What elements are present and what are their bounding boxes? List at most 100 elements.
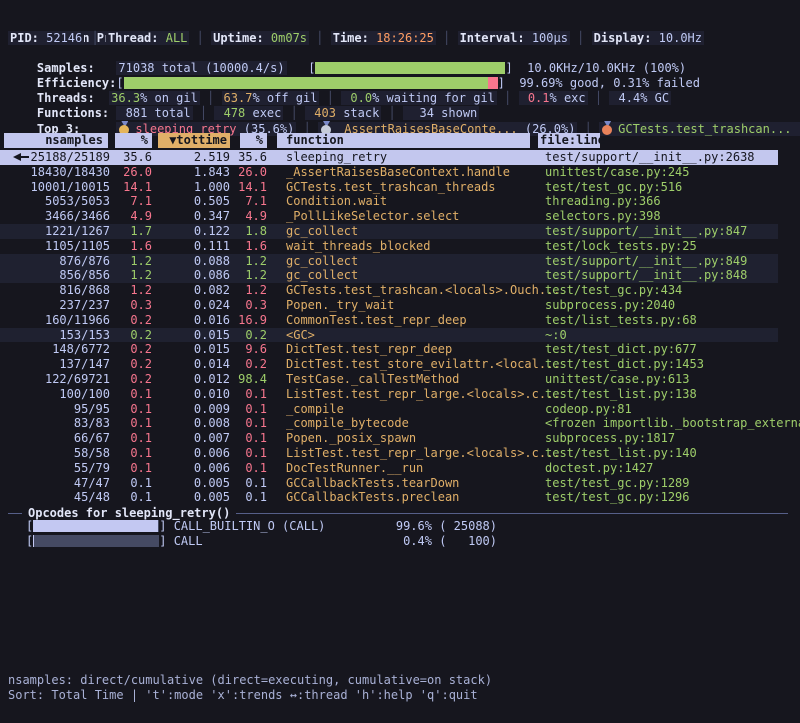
cumulative-pct-cell: 0.1 [245, 431, 267, 446]
table-row[interactable]: 47/470.10.0050.1GCCallbackTests.tearDown… [0, 476, 800, 491]
table-row[interactable]: 148/67720.20.0159.6DictTest.test_repr_de… [0, 342, 800, 357]
opcodes-list: [] CALL_BUILTIN_O (CALL)99.6% ( 25088)[]… [0, 519, 800, 550]
header-cumulative-pct[interactable]: % [240, 133, 267, 148]
cumulative-pct-cell: 1.2 [245, 254, 267, 269]
opcode-name: CALL [174, 534, 203, 548]
opcode-stat: 0.4% ( 100) [356, 534, 497, 549]
status-item-time: Time: 18:26:25 [331, 31, 436, 45]
status-value: 52146 [46, 31, 82, 45]
nsamples-cell: 122/69721 [45, 372, 110, 387]
status-separator: │ [309, 31, 331, 45]
function-cell: Condition.wait [286, 194, 387, 209]
file-line-cell: test/test_list.py:140 [545, 446, 697, 461]
direct-pct-cell: 0.1 [130, 402, 152, 417]
header-file-line[interactable]: file:line [538, 133, 600, 148]
table-row[interactable]: 237/2370.30.0240.3Popen._try_waitsubproc… [0, 298, 800, 313]
table-row[interactable]: 137/1470.20.0140.2DictTest.test_store_ev… [0, 357, 800, 372]
header-tottime-sorted[interactable]: ▼tottime [158, 133, 230, 148]
opcode-stat: 99.6% ( 25088) [356, 519, 497, 534]
status-item-interval: Interval: 100µs [458, 31, 570, 45]
opcode-bar-fill [33, 520, 158, 532]
tottime-cell: 0.082 [194, 283, 230, 298]
table-row[interactable]: 100/1000.10.0100.1ListTest.test_repr_lar… [0, 387, 800, 402]
table-row[interactable]: 816/8681.20.0821.2GCTests.test_trashcan.… [0, 283, 800, 298]
tottime-cell: 0.086 [194, 268, 230, 283]
function-cell: GCCallbackTests.preclean [286, 490, 459, 505]
function-cell: _compile_bytecode [286, 416, 409, 431]
tottime-cell: 0.111 [194, 239, 230, 254]
nsamples-cell: 5053/5053 [45, 194, 110, 209]
tottime-cell: 0.016 [194, 313, 230, 328]
function-cell: gc_collect [286, 224, 358, 239]
efficiency-line: Efficiency:[] 99.69% good, 0.31% failed [8, 61, 796, 76]
direct-pct-cell: 0.1 [130, 490, 152, 505]
table-row[interactable]: 66/670.10.0070.1Popen._posix_spawnsubpro… [0, 431, 800, 446]
tottime-cell: 0.088 [194, 254, 230, 269]
table-row[interactable]: 1221/12671.70.1221.8gc_collecttest/suppo… [0, 224, 800, 239]
nsamples-cell: 58/58 [74, 446, 110, 461]
status-value: 0m07s [271, 31, 307, 45]
table-row[interactable]: 58/580.10.0060.1ListTest.test_repr_large… [0, 446, 800, 461]
table-row[interactable]: 876/8761.20.0881.2gc_collecttest/support… [0, 254, 800, 269]
direct-pct-cell: 35.6 [123, 150, 152, 165]
nsamples-cell: 876/876 [59, 254, 110, 269]
direct-pct-cell: 0.1 [130, 387, 152, 402]
file-line-cell: subprocess.py:2040 [545, 298, 675, 313]
file-line-cell: unittest/case.py:613 [545, 372, 690, 387]
tottime-cell: 0.005 [194, 476, 230, 491]
header-direct-pct[interactable]: % [115, 133, 152, 148]
function-cell: ListTest.test_repr_large.<locals>.c... [286, 387, 561, 402]
file-line-cell: test/test_list.py:138 [545, 387, 697, 402]
table-row[interactable]: 856/8561.20.0861.2gc_collecttest/support… [0, 268, 800, 283]
table-row[interactable]: 1105/11051.60.1111.6wait_threads_blocked… [0, 239, 800, 254]
table-row[interactable]: 10001/1001514.11.00014.1GCTests.test_tra… [0, 180, 800, 195]
opcode-bar-fill [33, 535, 34, 547]
header-nsamples[interactable]: nsamples [4, 133, 108, 148]
cumulative-pct-cell: 0.1 [245, 461, 267, 476]
table-row-selected[interactable]: 25188/2518935.62.51935.6sleeping_retryte… [0, 150, 800, 165]
status-bar: PID: 52146 │ Thread: ALL │ Uptime: 0m07s… [8, 31, 796, 46]
nsamples-cell: 55/79 [74, 461, 110, 476]
function-cell: <GC> [286, 328, 315, 343]
title-line: Tachyon Profiler [8, 16, 796, 31]
nsamples-cell: 237/237 [59, 298, 110, 313]
table-row[interactable]: 83/830.10.0080.1_compile_bytecode<frozen… [0, 416, 800, 431]
table-row[interactable]: 55/790.10.0060.1DocTestRunner.__rundocte… [0, 461, 800, 476]
tottime-cell: 0.015 [194, 342, 230, 357]
status-label: Uptime: [213, 31, 271, 45]
direct-pct-cell: 0.1 [130, 416, 152, 431]
tottime-cell: 0.008 [194, 416, 230, 431]
status-separator: │ [436, 31, 458, 45]
opcode-bar [33, 520, 159, 532]
direct-pct-cell: 0.2 [130, 357, 152, 372]
direct-pct-cell: 0.2 [130, 342, 152, 357]
table-row[interactable]: 122/697210.20.01298.4TestCase._callTestM… [0, 372, 800, 387]
table-row[interactable]: 18430/1843026.01.84326.0_AssertRaisesBas… [0, 165, 800, 180]
top3-line: Top 3: sleeping_retry (35.6%) │ _AssertR… [8, 106, 796, 121]
status-label: PID: [10, 31, 46, 45]
file-line-cell: test/support/__init__.py:847 [545, 224, 747, 239]
tottime-cell: 0.009 [194, 402, 230, 417]
direct-pct-cell: 4.9 [130, 209, 152, 224]
tottime-cell: 0.122 [194, 224, 230, 239]
tottime-cell: 0.014 [194, 357, 230, 372]
table-row[interactable]: 95/950.10.0090.1_compilecodeop.py:81 [0, 402, 800, 417]
table-header: nsamples % ▼tottime % function file:line [0, 133, 800, 148]
tottime-cell: 0.347 [194, 209, 230, 224]
table-row[interactable]: 5053/50537.10.5057.1Condition.waitthread… [0, 194, 800, 209]
status-separator: │ [189, 31, 211, 45]
cumulative-pct-cell: 9.6 [245, 342, 267, 357]
file-line-cell: ~:0 [545, 328, 567, 343]
table-row[interactable]: 160/119660.20.01616.9CommonTest.test_rep… [0, 313, 800, 328]
file-line-cell: test/test_gc.py:1296 [545, 490, 690, 505]
file-line-cell: test/lock_tests.py:25 [545, 239, 697, 254]
nsamples-cell: 856/856 [59, 268, 110, 283]
table-row[interactable]: 3466/34664.90.3474.9_PollLikeSelector.se… [0, 209, 800, 224]
tottime-cell: 2.519 [194, 150, 230, 165]
opcode-bar-close-bracket: ] [159, 519, 173, 533]
header-function[interactable]: function [277, 133, 530, 148]
table-row[interactable]: 45/480.10.0050.1GCCallbackTests.preclean… [0, 490, 800, 505]
direct-pct-cell: 1.2 [130, 254, 152, 269]
status-value: ALL [166, 31, 188, 45]
table-row[interactable]: 153/1530.20.0150.2<GC>~:0 [0, 328, 800, 343]
